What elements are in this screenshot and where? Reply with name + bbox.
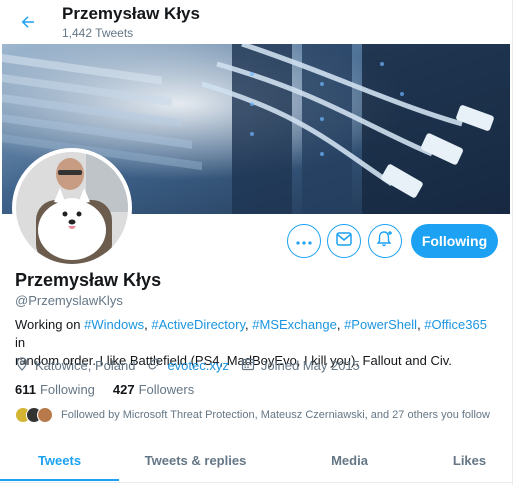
tab-likes[interactable]: Likes <box>427 437 512 483</box>
active-tab-indicator <box>0 479 119 481</box>
hashtag-link[interactable]: #PowerShell <box>344 317 417 332</box>
bio-in: in <box>15 335 26 350</box>
profile-handle: @PrzemyslawKlys <box>15 293 123 308</box>
followed-by-text: Followed by Microsoft Threat Protection,… <box>61 409 490 421</box>
location-pin-icon <box>15 357 35 374</box>
column-divider <box>512 0 513 485</box>
notifications-button[interactable] <box>368 224 402 258</box>
bell-plus-icon <box>376 230 394 253</box>
followers-label: Followers <box>138 382 195 397</box>
location-text: Katowice, Poland <box>35 358 136 373</box>
followers-count: 427 <box>112 382 135 397</box>
link-icon <box>147 357 167 374</box>
tab-tweets[interactable]: Tweets <box>0 437 119 483</box>
follower-avatar <box>37 407 53 423</box>
profile-tabs: Tweets Tweets & replies Media Likes <box>0 437 512 483</box>
bio-prefix: Working on <box>15 317 85 332</box>
profile-name: Przemysław Kłys <box>15 270 162 290</box>
hashtag-link[interactable]: #Windows <box>84 317 144 332</box>
followed-by[interactable]: Followed by Microsoft Threat Protection,… <box>15 407 490 423</box>
tab-media[interactable]: Media <box>272 437 427 483</box>
profile-header-bar: Przemysław Kłys 1,442 Tweets <box>0 0 512 44</box>
tab-tweets-replies[interactable]: Tweets & replies <box>119 437 272 483</box>
header-name: Przemysław Kłys <box>62 4 200 23</box>
calendar-icon <box>241 357 261 374</box>
message-button[interactable] <box>327 224 361 258</box>
profile-avatar[interactable] <box>12 148 132 268</box>
following-count-link[interactable]: 611 Following <box>15 382 95 397</box>
more-options-button[interactable] <box>287 224 321 258</box>
location: Katowice, Poland <box>15 357 135 374</box>
following-button[interactable]: Following <box>411 224 498 258</box>
join-date-text: Joined May 2015 <box>260 358 360 373</box>
following-label: Following <box>39 382 95 397</box>
profile-meta: Katowice, Poland evotec.xyz Joined May 2… <box>15 357 372 374</box>
following-count: 611 <box>15 382 36 397</box>
hashtag-link[interactable]: #ActiveDirectory <box>151 317 245 332</box>
follow-counts: 611 Following 427 Followers <box>15 382 212 397</box>
back-arrow-icon[interactable] <box>14 8 42 36</box>
hashtag-link[interactable]: #Office365 <box>424 317 487 332</box>
hashtag-link[interactable]: #MSExchange <box>252 317 337 332</box>
followers-count-link[interactable]: 427 Followers <box>113 382 194 397</box>
message-icon <box>336 231 352 251</box>
more-icon <box>296 232 312 250</box>
website-link[interactable]: evotec.xyz <box>167 358 228 373</box>
join-date: Joined May 2015 <box>241 357 360 374</box>
website[interactable]: evotec.xyz <box>147 357 229 374</box>
header-tweet-count: 1,442 Tweets <box>62 26 134 40</box>
